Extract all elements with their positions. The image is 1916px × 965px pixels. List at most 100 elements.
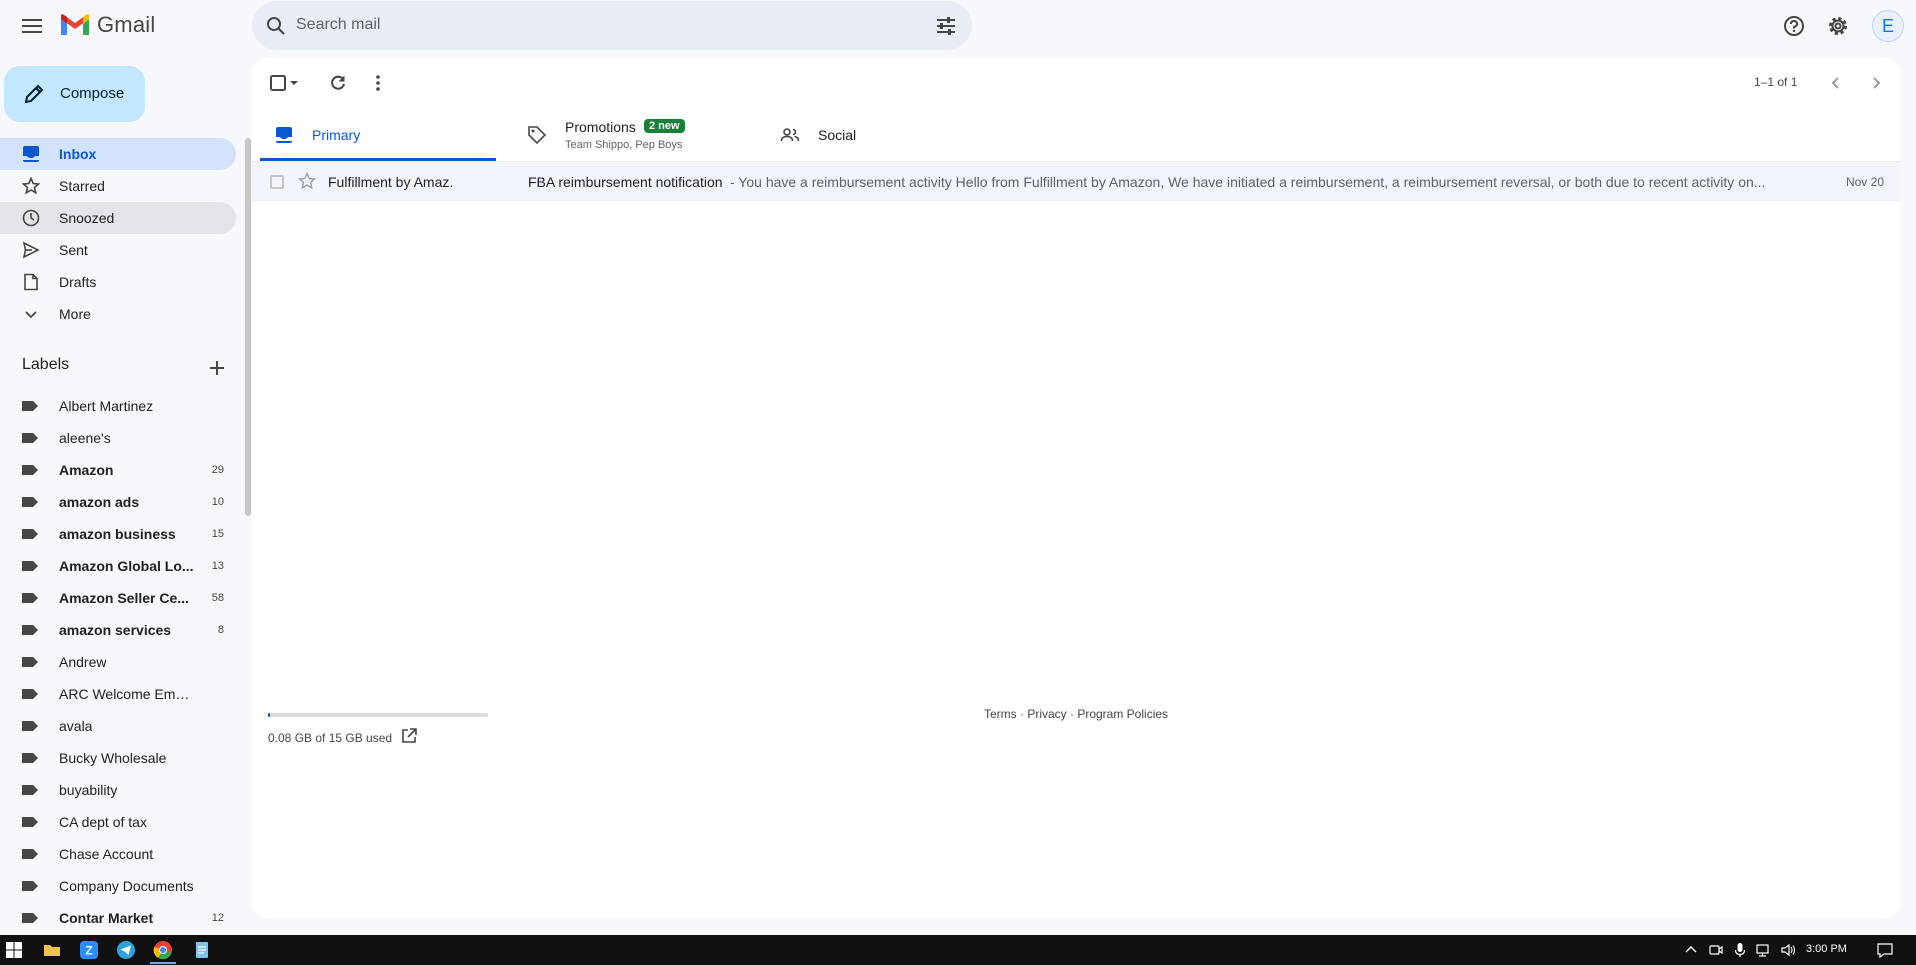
label-item[interactable]: Andrew [0,646,236,678]
more-options-icon[interactable] [368,73,388,93]
search-icon[interactable] [264,14,288,38]
label-item[interactable]: amazon services 8 [0,614,236,646]
category-tabs: Primary Promotions 2 new Team Shippo, Pe… [260,109,1900,161]
search-options-icon[interactable] [934,14,958,38]
email-date: Nov 20 [1845,175,1884,189]
previous-page-icon[interactable] [1826,73,1846,93]
sidebar-item-starred[interactable]: Starred [0,170,236,202]
label-tag-icon [22,657,38,667]
sidebar-item-more[interactable]: More [0,298,236,330]
gmail-logo[interactable]: Gmail [59,12,155,38]
label-item[interactable]: Contar Market 12 [0,902,236,934]
label-count: 58 [211,592,224,604]
label-item[interactable]: amazon business 15 [0,518,236,550]
label-name: Amazon Global Lo... [59,558,194,574]
tab-promotions-senders: Team Shippo, Pep Boys [565,139,683,151]
email-row[interactable]: Fulfillment by Amaz. FBA reimbursement n… [252,161,1900,201]
main-menu-button[interactable] [16,12,48,40]
top-header: Gmail E [0,0,1916,52]
refresh-icon[interactable] [328,73,348,93]
label-item[interactable]: Amazon 29 [0,454,236,486]
label-item[interactable]: aleene's [0,422,236,454]
next-page-icon[interactable] [1866,73,1886,93]
pagination-count: 1–1 of 1 [1754,75,1798,89]
tab-primary-label: Primary [312,127,361,143]
email-snippet: - You have a reimbursement activity Hell… [730,174,1766,190]
compose-button[interactable]: Compose [4,66,145,122]
volume-icon[interactable] [1780,940,1796,960]
label-name: avala [59,718,93,734]
system-clock[interactable]: 3:00 PM [1806,943,1847,955]
label-item[interactable]: amazon ads 10 [0,486,236,518]
gmail-m-icon [61,14,89,35]
show-hidden-icons[interactable] [1683,940,1699,960]
label-tag-icon [22,881,38,891]
zoom-icon[interactable]: Z [79,940,99,960]
label-item[interactable]: Bucky Wholesale [0,742,236,774]
notepad-icon[interactable] [192,940,212,960]
compose-label: Compose [60,85,125,102]
label-tag-icon [22,913,38,923]
external-link-icon[interactable] [400,727,418,745]
settings-button[interactable] [1824,12,1852,40]
label-item[interactable]: Amazon Global Lo... 13 [0,550,236,582]
add-label-icon[interactable] [207,358,227,378]
label-tag-icon [22,497,38,507]
tab-promotions[interactable]: Promotions 2 new Team Shippo, Pep Boys [513,109,749,161]
tab-primary[interactable]: Primary [260,109,496,161]
select-all-checkbox[interactable] [268,73,288,93]
file-explorer-icon[interactable] [42,940,62,960]
star-icon[interactable] [298,172,316,190]
label-tag-icon [22,753,38,763]
telegram-icon[interactable] [116,940,136,960]
select-dropdown-icon[interactable] [288,73,300,93]
sidebar-scrollbar[interactable] [245,138,251,516]
label-name: Albert Martinez [59,398,154,414]
label-tag-icon [22,561,38,571]
label-tag-icon [22,849,38,859]
labels-heading: Labels [22,356,70,373]
storage-usage-bar [268,713,488,717]
star-icon [22,177,40,195]
label-count: 10 [211,496,224,508]
label-item[interactable]: Amazon Seller Ce... 58 [0,582,236,614]
tab-social[interactable]: Social [766,109,1002,161]
windows-start-icon[interactable] [4,940,24,960]
network-icon[interactable] [1756,940,1772,960]
label-tag-icon [22,689,38,699]
help-button[interactable] [1780,12,1808,40]
footer-links[interactable]: Terms · Privacy · Program Policies [984,707,1168,721]
search-input[interactable] [296,9,896,41]
search-bar [252,1,972,50]
hamburger-menu-icon [22,19,42,33]
label-tag-icon [22,433,38,443]
active-app-indicator [150,962,176,964]
meet-now-icon[interactable] [1708,940,1724,960]
sidebar-item-sent[interactable]: Sent [0,234,236,266]
label-item[interactable]: avala [0,710,236,742]
sidebar-item-inbox[interactable]: Inbox [0,138,236,170]
account-avatar[interactable]: E [1872,10,1904,42]
chrome-icon[interactable] [153,940,173,960]
label-item[interactable]: ARC Welcome Emails [0,678,236,710]
email-select-checkbox[interactable] [270,175,284,189]
label-item[interactable]: Albert Martinez [0,390,236,422]
sidebar-item-label: Drafts [59,274,97,290]
notification-center-icon[interactable] [1876,940,1894,960]
label-count: 15 [211,528,224,540]
sidebar-item-snoozed[interactable]: Snoozed [0,202,236,234]
microphone-icon[interactable] [1732,940,1748,960]
label-name: Andrew [59,654,107,670]
storage-usage-fill [268,713,271,717]
label-item[interactable]: CA dept of tax [0,806,236,838]
label-item[interactable]: buyability [0,774,236,806]
label-item[interactable]: Company Documents [0,870,236,902]
help-icon [1784,16,1804,36]
label-tag-icon [22,401,38,411]
sidebar-item-drafts[interactable]: Drafts [0,266,236,298]
label-name: Bucky Wholesale [59,750,167,766]
label-name: aleene's [59,430,111,446]
label-item[interactable]: Chase Account [0,838,236,870]
inbox-icon [23,146,39,162]
sidebar-item-label: Snoozed [59,210,115,226]
